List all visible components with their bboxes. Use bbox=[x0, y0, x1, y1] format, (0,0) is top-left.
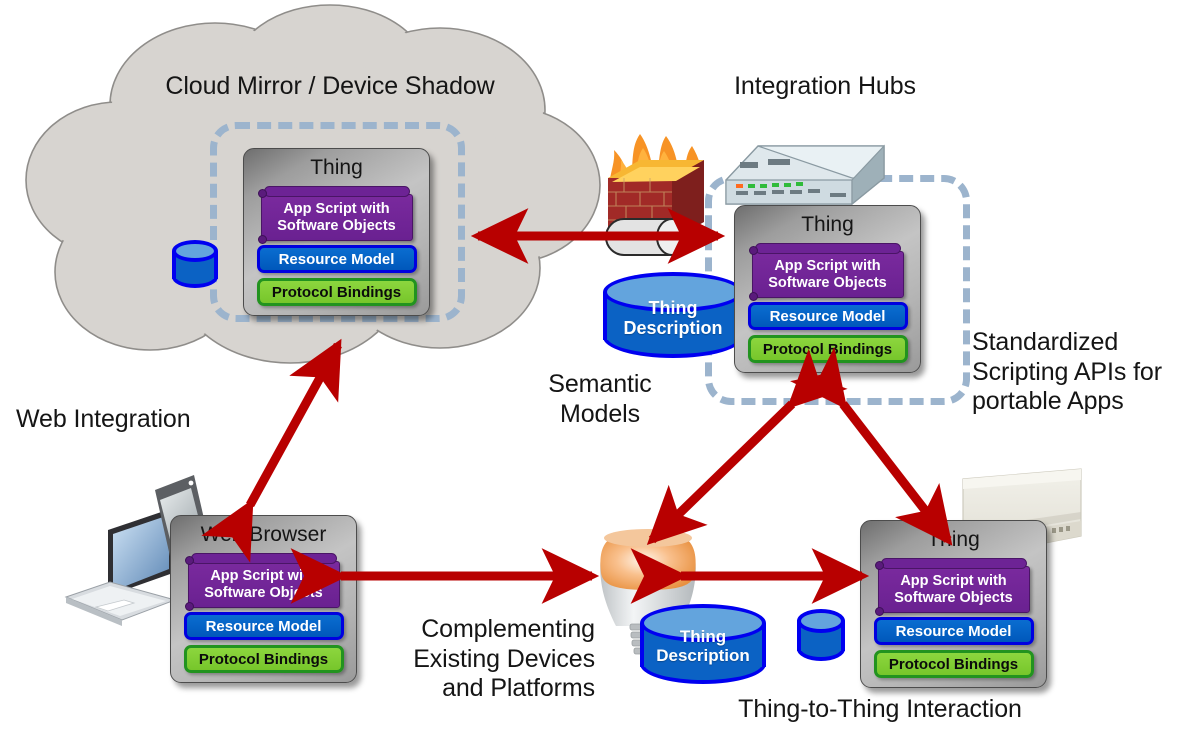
component-knob-top bbox=[748, 245, 758, 255]
thing-card-title: Thing bbox=[927, 528, 980, 551]
component-knob-top bbox=[184, 555, 194, 565]
caption-semantic-models: Semantic Models bbox=[548, 370, 652, 428]
thing-card-title: Thing bbox=[310, 156, 363, 179]
layer-app-script[interactable]: App Script with Software Objects bbox=[257, 185, 413, 244]
component-knob-top bbox=[257, 188, 267, 198]
layer-resource-model[interactable]: Resource Model bbox=[747, 301, 908, 330]
component-knob-top bbox=[874, 560, 884, 570]
thing-card-hub[interactable]: Thing App Script with Software Objects R… bbox=[734, 205, 921, 373]
device-database-icon bbox=[797, 609, 845, 667]
layer-resource-model-label: Resource Model bbox=[895, 622, 1012, 640]
layer-app-script[interactable]: App Script with Software Objects bbox=[874, 557, 1030, 616]
caption-cloud-mirror: Cloud Mirror / Device Shadow bbox=[165, 72, 495, 100]
thing-description-label: Thing Description bbox=[623, 298, 723, 339]
caption-thing-to-thing: Thing-to-Thing Interaction bbox=[738, 695, 1022, 723]
layer-resource-model-label: Resource Model bbox=[205, 617, 322, 635]
component-knob-bottom bbox=[874, 606, 884, 616]
caption-web-integration: Web Integration bbox=[16, 405, 191, 433]
thing-card-device[interactable]: Thing App Script with Software Objects R… bbox=[860, 520, 1047, 688]
component-tab bbox=[754, 242, 901, 254]
layer-app-script-label: App Script with Software Objects bbox=[768, 257, 887, 291]
firewall-wall-icon bbox=[608, 160, 704, 240]
layer-protocol-bindings[interactable]: Protocol Bindings bbox=[747, 334, 908, 363]
layer-app-script[interactable]: App Script with Software Objects bbox=[748, 242, 904, 301]
caption-integration-hubs: Integration Hubs bbox=[734, 72, 916, 100]
layer-app-script-label: App Script with Software Objects bbox=[204, 567, 323, 601]
component-tab bbox=[263, 185, 410, 197]
layer-resource-model-label: Resource Model bbox=[278, 250, 395, 268]
component-tab bbox=[880, 557, 1027, 569]
layer-protocol-bindings-label: Protocol Bindings bbox=[198, 650, 329, 668]
thing-description-label: Thing Description bbox=[656, 627, 750, 666]
component-knob-bottom bbox=[184, 601, 194, 611]
layer-protocol-bindings[interactable]: Protocol Bindings bbox=[873, 649, 1034, 678]
layer-app-script-label: App Script with Software Objects bbox=[277, 200, 396, 234]
thing-card-browser[interactable]: Web Browser App Script with Software Obj… bbox=[170, 515, 357, 683]
firewall-flames-icon bbox=[609, 134, 703, 208]
layer-protocol-bindings-label: Protocol Bindings bbox=[271, 283, 402, 301]
thing-card-cloud[interactable]: Thing App Script with Software Objects R… bbox=[243, 148, 430, 316]
diagram-canvas: Cloud Mirror / Device Shadow Integration… bbox=[0, 0, 1186, 753]
tunnel-pipe-icon bbox=[605, 218, 688, 256]
layer-app-script[interactable]: App Script with Software Objects bbox=[184, 552, 340, 611]
layer-app-script-label: App Script with Software Objects bbox=[894, 572, 1013, 606]
thing-description-db-hub: Thing Description bbox=[603, 272, 743, 368]
layer-protocol-bindings[interactable]: Protocol Bindings bbox=[183, 644, 344, 673]
caption-complementing: Complementing Existing Devices and Platf… bbox=[413, 615, 595, 702]
layer-protocol-bindings[interactable]: Protocol Bindings bbox=[256, 277, 417, 306]
layer-protocol-bindings-label: Protocol Bindings bbox=[888, 655, 1019, 673]
thing-card-title: Thing bbox=[801, 213, 854, 236]
laptop-icon bbox=[64, 508, 177, 626]
component-knob-bottom bbox=[748, 291, 758, 301]
layer-resource-model[interactable]: Resource Model bbox=[873, 616, 1034, 645]
layer-resource-model-label: Resource Model bbox=[769, 307, 886, 325]
layer-resource-model[interactable]: Resource Model bbox=[256, 244, 417, 273]
thing-card-title: Web Browser bbox=[200, 523, 327, 546]
layer-resource-model[interactable]: Resource Model bbox=[183, 611, 344, 640]
cloud-database-icon bbox=[172, 240, 218, 294]
component-knob-bottom bbox=[257, 234, 267, 244]
thing-description-db-lamp: Thing Description bbox=[640, 604, 766, 694]
caption-standardized-apis: Standardized Scripting APIs for portable… bbox=[972, 328, 1162, 415]
component-tab bbox=[190, 552, 337, 564]
layer-protocol-bindings-label: Protocol Bindings bbox=[762, 340, 893, 358]
